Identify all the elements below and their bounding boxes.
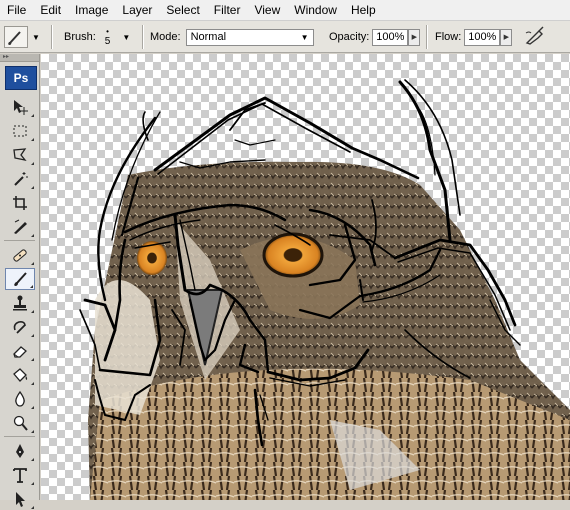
slice-tool[interactable] [5,216,35,238]
tool-flyout-marker [31,358,34,361]
tool-flyout-marker [31,482,34,485]
tool-flyout-marker [31,430,34,433]
triangle-right-icon: ▶ [503,34,509,41]
blur-tool[interactable] [5,388,35,410]
chevron-down-icon[interactable]: ▼ [122,33,130,42]
tool-flyout-marker [31,186,34,189]
crop-tool[interactable] [5,192,35,214]
options-separator [51,25,53,49]
path-selection-tool[interactable] [5,488,35,510]
blur-drop-icon [15,390,25,407]
options-separator [426,25,428,49]
bandage-icon [13,249,27,262]
toolbox-separator [4,436,35,437]
flow-slider-button[interactable]: ▶ [500,28,513,46]
menu-help[interactable]: Help [344,0,383,20]
eraser-tool[interactable] [5,340,35,362]
mode-label: Mode: [150,31,181,43]
type-t-icon [13,468,27,483]
opacity-slider-button[interactable]: ▶ [408,28,421,46]
tool-flyout-marker [31,458,34,461]
dodge-tool[interactable] [5,412,35,434]
tool-flyout-marker [31,162,34,165]
crop-icon [13,196,27,210]
stamp-icon [13,295,27,311]
brush-icon [14,272,27,286]
toolbox-separator [4,240,35,241]
tool-flyout-marker [31,406,34,409]
move-icon [14,100,28,115]
menu-layer[interactable]: Layer [115,0,159,20]
tool-flyout-marker [31,262,34,265]
brush-size: 5 [104,36,111,47]
tool-flyout-marker [31,138,34,141]
flow-control: Flow: 100% ▶ [435,21,513,53]
pen-nib-icon [16,444,24,458]
tool-flyout-marker [31,506,34,509]
airbrush-toggle[interactable] [523,21,547,53]
mode-value: Normal [190,30,227,43]
brush-preview[interactable]: • 5 [105,27,111,47]
healing-brush-tool[interactable] [5,244,35,266]
chevron-down-icon[interactable]: ▼ [32,33,40,42]
paint-bucket-tool[interactable] [5,364,35,386]
menu-select[interactable]: Select [159,0,206,20]
tool-flyout-marker [30,285,33,288]
brush-picker[interactable]: Brush: • 5 ▼ [64,21,130,53]
toolbox: ▸▸ Ps [0,54,40,509]
magic-wand-tool[interactable] [5,168,35,190]
dodge-icon [13,415,28,431]
brush-icon [4,26,28,48]
chevron-down-icon: ▼ [300,32,309,42]
tool-flyout-marker [31,334,34,337]
type-tool[interactable] [5,464,35,486]
marquee-icon [13,125,27,137]
owl-artwork [79,79,570,500]
brush-label: Brush: [64,31,96,43]
lasso-icon [13,148,27,161]
eraser-icon [13,346,27,358]
history-brush-tool[interactable] [5,316,35,338]
tool-flyout-marker [31,382,34,385]
document-canvas[interactable] [41,54,570,500]
opacity-control: Opacity: 100% ▶ [329,21,421,53]
airbrush-icon [523,25,547,50]
clone-stamp-tool[interactable] [5,292,35,314]
menu-file[interactable]: File [0,0,33,20]
tool-flyout-marker [31,114,34,117]
mode-select[interactable]: Normal ▼ [185,28,314,46]
menu-window[interactable]: Window [287,0,344,20]
paint-bucket-icon [13,368,28,382]
tool-flyout-marker [31,234,34,237]
toolbox-grip[interactable]: ▸▸ [0,54,39,62]
magic-wand-icon [14,172,28,186]
menu-filter[interactable]: Filter [207,0,248,20]
menu-image[interactable]: Image [68,0,115,20]
options-separator [142,25,144,49]
brush-tool[interactable] [5,268,35,290]
flow-label: Flow: [435,31,462,43]
menu-bar: File Edit Image Layer Select Filter View… [0,0,570,21]
tool-preset-picker[interactable]: ▼ [4,21,40,53]
menu-edit[interactable]: Edit [33,0,68,20]
history-brush-icon [13,321,26,334]
slice-icon [14,219,27,234]
tool-flyout-marker [31,310,34,313]
triangle-right-icon: ▶ [411,34,418,41]
move-tool[interactable] [5,96,35,118]
opacity-field[interactable]: 100% [372,28,409,46]
lasso-tool[interactable] [5,144,35,166]
arrow-pointer-icon [16,492,25,507]
marquee-tool[interactable] [5,120,35,142]
ps-logo[interactable]: Ps [5,66,37,90]
pen-tool[interactable] [5,440,35,462]
options-bar: ▼ Brush: • 5 ▼ Mode: Normal ▼ Opacity: 1… [0,21,570,53]
opacity-label: Opacity: [329,31,370,43]
mode-control: Mode: Normal ▼ [150,21,314,53]
flow-field[interactable]: 100% [464,28,501,46]
menu-view[interactable]: View [247,0,287,20]
